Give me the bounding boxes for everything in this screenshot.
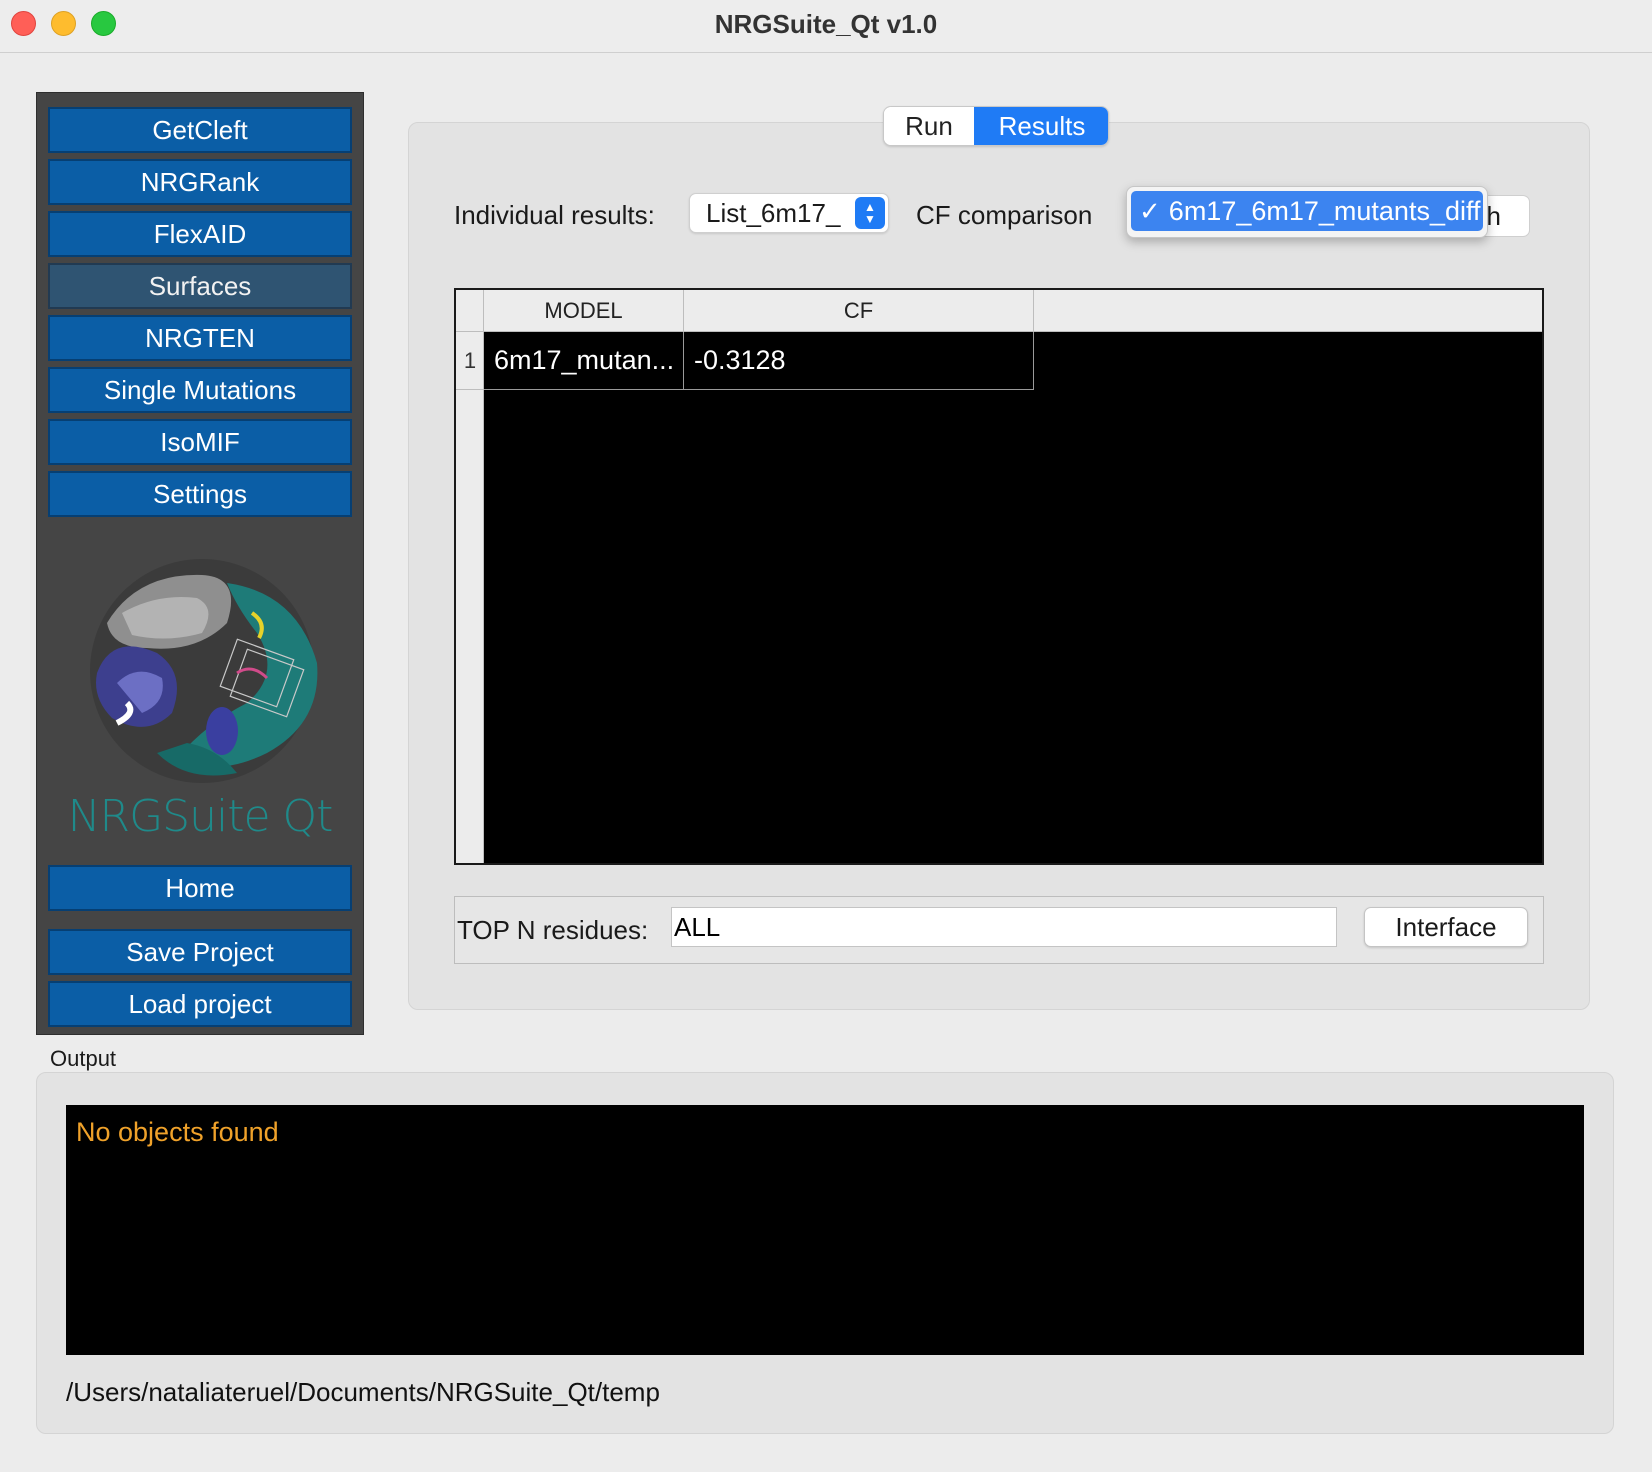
sidebar-item-flexaid[interactable]: FlexAID (48, 211, 352, 257)
individual-results-select[interactable]: List_6m17_ ▲ ▼ (689, 193, 889, 233)
output-label: Output (50, 1046, 117, 1071)
load-project-button[interactable]: Load project (48, 981, 352, 1027)
top-n-bar: TOP N residues: ALL Interface (454, 896, 1544, 964)
interface-button[interactable]: Interface (1364, 907, 1528, 947)
protein-logo-image (67, 553, 337, 793)
console-message: No objects found (76, 1117, 279, 1147)
results-table: MODEL CF 1 6m17_mutan... -0.3128 (454, 288, 1544, 865)
sidebar: GetCleft NRGRank FlexAID Surfaces NRGTEN… (36, 92, 364, 1035)
sidebar-item-isomif[interactable]: IsoMIF (48, 419, 352, 465)
checkmark-icon: ✓ (1139, 195, 1161, 226)
row-number[interactable]: 1 (456, 332, 484, 390)
sidebar-item-getcleft[interactable]: GetCleft (48, 107, 352, 153)
column-header-model[interactable]: MODEL (484, 290, 684, 332)
tab-run[interactable]: Run (884, 107, 974, 145)
tab-results[interactable]: Results (974, 107, 1108, 145)
column-header-cf[interactable]: CF (684, 290, 1034, 332)
individual-results-label: Individual results: (454, 200, 655, 230)
table-cell-cf[interactable]: -0.3128 (684, 332, 1034, 390)
sidebar-item-surfaces[interactable]: Surfaces (48, 263, 352, 309)
output-box: No objects found /Users/nataliateruel/Do… (36, 1072, 1614, 1434)
individual-results-value: List_6m17_ (706, 198, 841, 228)
sidebar-item-nrgten[interactable]: NRGTEN (48, 315, 352, 361)
chevron-up-down-icon: ▲ ▼ (855, 197, 885, 229)
cf-comparison-option[interactable]: ✓ 6m17_6m17_mutants_diff (1131, 191, 1483, 231)
window-title: NRGSuite_Qt v1.0 (714, 9, 938, 39)
cf-comparison-option-label: 6m17_6m17_mutants_diff (1168, 195, 1481, 226)
top-n-label: TOP N residues: (457, 915, 649, 945)
corner-header (456, 290, 484, 332)
top-n-input[interactable]: ALL (671, 907, 1337, 947)
tab-switcher: Run Results (883, 106, 1109, 146)
save-project-button[interactable]: Save Project (48, 929, 352, 975)
table-header: MODEL CF (456, 290, 1542, 332)
row-header: 1 (456, 332, 484, 863)
app-logo-text: NRGSuite Qt (67, 791, 334, 842)
cf-comparison-label: CF comparison (916, 200, 1093, 230)
table-cell-model[interactable]: 6m17_mutan... (484, 332, 684, 390)
sidebar-item-settings[interactable]: Settings (48, 471, 352, 517)
home-button[interactable]: Home (48, 865, 352, 911)
title-bar: NRGSuite_Qt v1.0 (0, 0, 1652, 53)
sidebar-item-single-mutations[interactable]: Single Mutations (48, 367, 352, 413)
cf-comparison-dropdown: ✓ 6m17_6m17_mutants_diff (1126, 186, 1488, 238)
cf-comparison-field-tail: h (1486, 201, 1501, 231)
temp-path: /Users/nataliateruel/Documents/NRGSuite_… (66, 1377, 660, 1407)
output-console[interactable]: No objects found (66, 1105, 1584, 1355)
sidebar-item-nrgrank[interactable]: NRGRank (48, 159, 352, 205)
